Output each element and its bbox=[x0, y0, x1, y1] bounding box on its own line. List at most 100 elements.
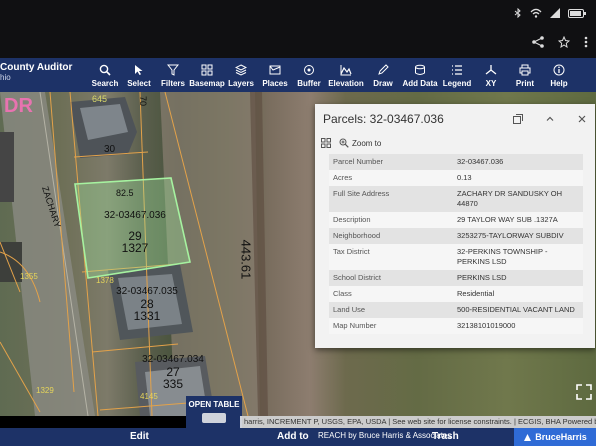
attribute-value: Residential bbox=[453, 286, 583, 302]
signal-icon bbox=[550, 8, 560, 18]
browser-actions bbox=[532, 36, 588, 48]
help-button[interactable]: Help bbox=[542, 58, 576, 92]
legend-label: Legend bbox=[442, 79, 472, 88]
add-to-button[interactable]: Add to bbox=[277, 431, 309, 442]
attribute-row: Class Residential bbox=[329, 286, 583, 302]
basemap-button[interactable]: Basemap bbox=[189, 58, 225, 92]
map-label-645: 645 bbox=[92, 94, 108, 104]
attribute-value: 3253275-TAYLORWAY SUBDIV bbox=[453, 228, 583, 244]
close-icon[interactable] bbox=[577, 114, 587, 124]
layers-button[interactable]: Layers bbox=[224, 58, 258, 92]
attribute-key: Description bbox=[329, 212, 453, 228]
app-title: County Auditor bbox=[0, 62, 73, 73]
add-data-label: Add Data bbox=[402, 79, 438, 88]
brand-name: BruceHarris bbox=[535, 432, 587, 442]
bluetooth-icon bbox=[514, 8, 521, 18]
filters-label: Filters bbox=[160, 79, 185, 88]
buffer-icon bbox=[303, 63, 315, 77]
status-icons bbox=[514, 8, 586, 18]
xy-button[interactable]: XY bbox=[474, 58, 508, 92]
open-table-button[interactable]: OPEN TABLE bbox=[186, 396, 242, 430]
layers-icon bbox=[235, 63, 247, 77]
elevation-button[interactable]: Elevation bbox=[326, 58, 366, 92]
bookmark-star-icon[interactable] bbox=[558, 36, 570, 48]
parcel-label-034[interactable]: 32-03467.034 27 335 bbox=[138, 354, 208, 390]
zoom-to-label: Zoom to bbox=[352, 138, 382, 148]
attribute-value: ZACHARY DR SANDUSKY OH 44870 bbox=[453, 186, 583, 212]
filters-button[interactable]: Filters bbox=[156, 58, 190, 92]
dock-icon[interactable] bbox=[513, 114, 523, 124]
attribute-row: School District PERKINS LSD bbox=[329, 270, 583, 286]
draw-button[interactable]: Draw bbox=[366, 58, 400, 92]
collapse-icon[interactable] bbox=[545, 114, 555, 124]
add-data-button[interactable]: Add Data bbox=[400, 58, 440, 92]
elevation-label: Elevation bbox=[328, 79, 364, 88]
select-button[interactable]: Select bbox=[122, 58, 156, 92]
map-label-30: 30 bbox=[104, 144, 116, 155]
share-icon[interactable] bbox=[532, 36, 544, 48]
elevation-icon bbox=[340, 63, 352, 77]
popup-actions: Zoom to bbox=[321, 138, 381, 148]
trash-button[interactable]: Trash bbox=[432, 431, 459, 442]
map-label-443-61: 443.61 bbox=[238, 239, 254, 280]
fullscreen-icon[interactable] bbox=[574, 382, 594, 402]
attribute-row: Description 29 TAYLOR WAY SUB .1327A bbox=[329, 212, 583, 228]
device-status-bar bbox=[0, 0, 596, 58]
attribute-row: Acres 0.13 bbox=[329, 170, 583, 186]
attribute-row: Parcel Number 32-03467.036 bbox=[329, 154, 583, 170]
attribute-row: Neighborhood 3253275-TAYLORWAY SUBDIV bbox=[329, 228, 583, 244]
attribute-row: Land Use 500-RESIDENTIAL VACANT LAND bbox=[329, 302, 583, 318]
help-icon bbox=[553, 63, 565, 77]
map-label-1355: 1355 bbox=[20, 272, 38, 281]
parcel-label-036[interactable]: 32-03467.036 29 1327 bbox=[100, 210, 170, 254]
select-icon bbox=[133, 63, 145, 77]
attribute-value: 0.13 bbox=[453, 170, 583, 186]
map-label-4145: 4145 bbox=[140, 392, 158, 401]
attribute-key: Acres bbox=[329, 170, 453, 186]
add-data-icon bbox=[414, 63, 426, 77]
buffer-button[interactable]: Buffer bbox=[292, 58, 326, 92]
legend-button[interactable]: Legend bbox=[440, 58, 474, 92]
map-attribution: harris, INCREMENT P, USGS, EPA, USDA | S… bbox=[240, 416, 596, 428]
print-button[interactable]: Print bbox=[508, 58, 542, 92]
parcel-address: 335 bbox=[162, 377, 184, 391]
attribute-table: Parcel Number 32-03467.036 Acres 0.13 Full… bbox=[329, 154, 583, 334]
parcel-address: 1331 bbox=[133, 309, 161, 323]
xy-label: XY bbox=[485, 79, 497, 88]
app-subtitle: hio bbox=[0, 73, 11, 82]
basemap-label: Basemap bbox=[189, 79, 225, 88]
search-icon bbox=[99, 63, 111, 77]
filter-icon bbox=[167, 63, 179, 77]
more-menu-icon[interactable] bbox=[584, 36, 588, 48]
grid-menu-icon[interactable] bbox=[321, 138, 331, 148]
drag-handle-icon[interactable] bbox=[202, 413, 226, 423]
legend-icon bbox=[451, 63, 463, 77]
places-button[interactable]: Places bbox=[258, 58, 292, 92]
print-label: Print bbox=[515, 79, 535, 88]
xy-icon bbox=[485, 63, 497, 77]
print-icon bbox=[519, 63, 531, 77]
open-table-label: OPEN TABLE bbox=[188, 400, 240, 409]
search-button[interactable]: Search bbox=[88, 58, 122, 92]
attribute-value: 32-PERKINS TOWNSHIP - PERKINS LSD bbox=[453, 244, 583, 270]
map-label-82-5: 82.5 bbox=[116, 188, 134, 198]
parcel-label-035[interactable]: 32-03467.035 28 1331 bbox=[112, 286, 182, 322]
search-label: Search bbox=[91, 79, 119, 88]
attribute-value: 32138101019000 bbox=[453, 318, 583, 334]
attribute-value: 29 TAYLOR WAY SUB .1327A bbox=[453, 212, 583, 228]
attribute-key: Full Site Address bbox=[329, 186, 453, 212]
zoom-to-button[interactable]: Zoom to bbox=[339, 138, 381, 148]
battery-icon bbox=[568, 8, 586, 18]
layers-label: Layers bbox=[228, 79, 254, 88]
attribute-value: 32-03467.036 bbox=[453, 154, 583, 170]
edit-button[interactable]: Edit bbox=[130, 431, 149, 442]
help-label: Help bbox=[550, 79, 568, 88]
brand-logo-icon bbox=[524, 433, 532, 441]
attribute-row: Tax District 32-PERKINS TOWNSHIP - PERKIN… bbox=[329, 244, 583, 270]
draw-icon bbox=[377, 63, 389, 77]
parcel-id: 32-03467.036 bbox=[104, 210, 166, 221]
map-label-70: 70 bbox=[138, 95, 149, 107]
attribute-key: Map Number bbox=[329, 318, 453, 334]
zoom-icon bbox=[339, 138, 349, 148]
toolbar: Search Select Filters Basemap Layers Pla… bbox=[88, 58, 576, 92]
